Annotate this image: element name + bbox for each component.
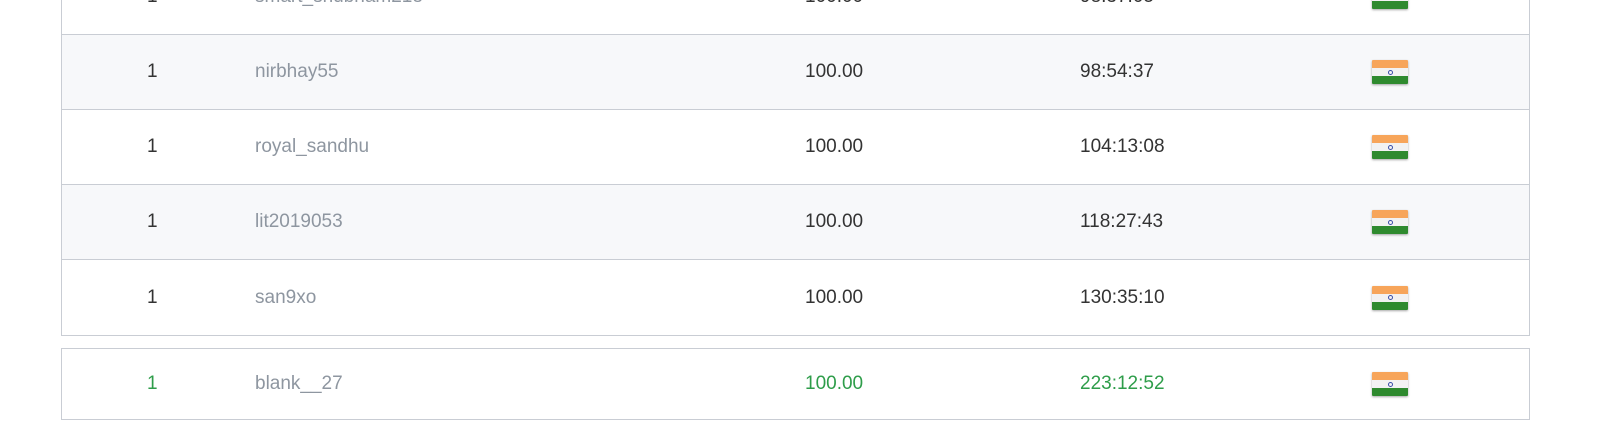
time-cell: 130:35:10 xyxy=(1080,286,1165,308)
score-cell: 100.00 xyxy=(805,0,955,34)
table-row: 1 nirbhay55 100.00 98:54:37 xyxy=(62,35,1529,110)
india-flag-icon xyxy=(1372,135,1408,159)
time-cell: 223:12:52 xyxy=(1080,373,1165,394)
time-cell: 104:13:08 xyxy=(1080,136,1165,157)
username-link[interactable]: smart_shubham218 xyxy=(255,0,655,34)
table-row: 1 lit2019053 100.00 118:27:43 xyxy=(62,185,1529,260)
time-cell: 98:37:05 xyxy=(1080,0,1230,34)
table-row: 1 smart_shubham218 100.00 98:37:05 xyxy=(62,0,1529,35)
leaderboard-table: 1 smart_shubham218 100.00 98:37:05 1 nir… xyxy=(61,0,1530,336)
username-link[interactable]: nirbhay55 xyxy=(255,35,655,109)
username-link[interactable]: lit2019053 xyxy=(255,185,655,259)
score-cell: 100.00 xyxy=(805,373,864,394)
india-flag-icon xyxy=(1372,0,1408,9)
rank-cell: 1 xyxy=(147,0,177,34)
india-flag-icon xyxy=(1372,210,1408,234)
score-cell: 100.00 xyxy=(805,211,864,232)
time-cell: 118:27:43 xyxy=(1080,211,1164,232)
current-user-row: 1 blank__27 100.00 223:12:52 xyxy=(61,348,1530,420)
table-row: 1 royal_sandhu 100.00 104:13:08 xyxy=(62,110,1529,185)
india-flag-icon xyxy=(1372,285,1408,310)
username-link[interactable]: royal_sandhu xyxy=(255,110,655,184)
rank-cell: 1 xyxy=(147,286,158,308)
username-link[interactable]: san9xo xyxy=(255,260,655,335)
score-cell: 100.00 xyxy=(805,136,864,157)
table-row: 1 san9xo 100.00 130:35:10 xyxy=(62,260,1529,335)
time-cell: 98:54:37 xyxy=(1080,61,1154,82)
india-flag-icon xyxy=(1372,60,1408,84)
score-cell: 100.00 xyxy=(805,61,864,82)
india-flag-icon xyxy=(1372,372,1408,396)
rank-cell: 1 xyxy=(147,136,158,157)
score-cell: 100.00 xyxy=(805,286,864,308)
rank-cell: 1 xyxy=(147,61,158,82)
username-link[interactable]: blank__27 xyxy=(255,349,655,419)
rank-cell: 1 xyxy=(147,373,158,394)
rank-cell: 1 xyxy=(147,211,158,232)
